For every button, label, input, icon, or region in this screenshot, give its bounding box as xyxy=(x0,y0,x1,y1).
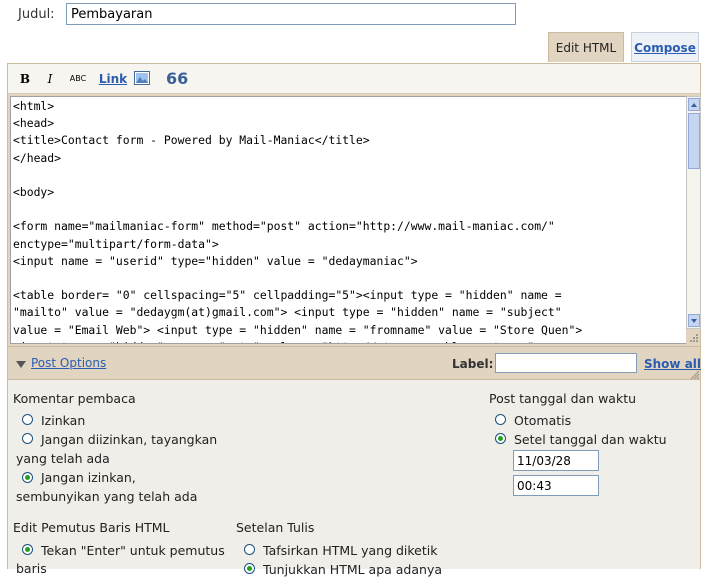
spellcheck-button[interactable]: ABC xyxy=(66,69,90,89)
radio-enter-line-break-label: Tekan "Enter" untuk pemutus xyxy=(41,543,225,558)
radio-interpret-html-label: Tafsirkan HTML yang diketik xyxy=(263,543,438,558)
triangle-down-icon[interactable] xyxy=(16,361,26,368)
radio-disallow-hide-label-2: sembunyikan yang telah ada xyxy=(16,489,198,504)
post-date-heading: Post tanggal dan waktu xyxy=(489,391,637,406)
scroll-down-button[interactable] xyxy=(688,314,700,327)
radio-disallow-hide-label: Jangan izinkan, xyxy=(41,470,136,485)
label-label: Label: xyxy=(452,357,494,371)
resize-grip-icon[interactable] xyxy=(688,332,699,343)
compose-settings-heading: Setelan Tulis xyxy=(236,520,315,535)
html-editor-textarea[interactable]: <html> <head> <title>Contact form - Powe… xyxy=(10,96,686,344)
tab-edit-html[interactable]: Edit HTML xyxy=(548,32,624,62)
radio-allow[interactable] xyxy=(22,414,33,425)
html-code: <html> <head> <title>Contact form - Powe… xyxy=(13,99,583,343)
options-resize-icon[interactable] xyxy=(690,369,700,380)
radio-enter-line-break[interactable] xyxy=(22,544,33,555)
image-icon[interactable] xyxy=(134,71,150,85)
date-input[interactable] xyxy=(513,450,599,471)
tab-compose[interactable]: Compose xyxy=(631,32,699,62)
radio-automatic[interactable] xyxy=(495,414,506,425)
radio-interpret-html[interactable] xyxy=(244,544,255,555)
radio-disallow-show-label-2: yang telah ada xyxy=(16,451,110,466)
time-input[interactable] xyxy=(513,475,599,496)
radio-automatic-label: Otomatis xyxy=(514,413,572,428)
radio-disallow-show[interactable] xyxy=(22,433,33,444)
link-button[interactable]: Link xyxy=(98,69,128,89)
title-label: Judul: xyxy=(18,7,55,22)
line-breaks-heading: Edit Pemutus Baris HTML xyxy=(13,520,170,535)
label-input[interactable] xyxy=(495,353,637,373)
reader-comments-heading: Komentar pembaca xyxy=(13,391,136,406)
radio-set-date-label: Setel tanggal dan waktu xyxy=(514,432,667,447)
radio-disallow-show-label: Jangan diizinkan, tayangkan xyxy=(41,432,218,447)
editor-toolbar: B I ABC Link 66 xyxy=(8,64,700,94)
radio-disallow-hide[interactable] xyxy=(22,472,33,483)
italic-button[interactable]: I xyxy=(44,69,56,89)
radio-show-html-label: Tunjukkan HTML apa adanya xyxy=(263,562,443,577)
scroll-thumb[interactable] xyxy=(688,113,700,169)
title-input[interactable] xyxy=(66,3,516,25)
post-options-link[interactable]: Post Options xyxy=(31,356,106,370)
radio-set-date[interactable] xyxy=(495,433,506,444)
scroll-up-button[interactable] xyxy=(688,98,700,111)
bold-button[interactable]: B xyxy=(18,69,32,89)
editor-scrollbar[interactable] xyxy=(686,96,701,329)
radio-allow-label: Izinkan xyxy=(41,413,86,428)
blockquote-button[interactable]: 66 xyxy=(166,69,188,89)
